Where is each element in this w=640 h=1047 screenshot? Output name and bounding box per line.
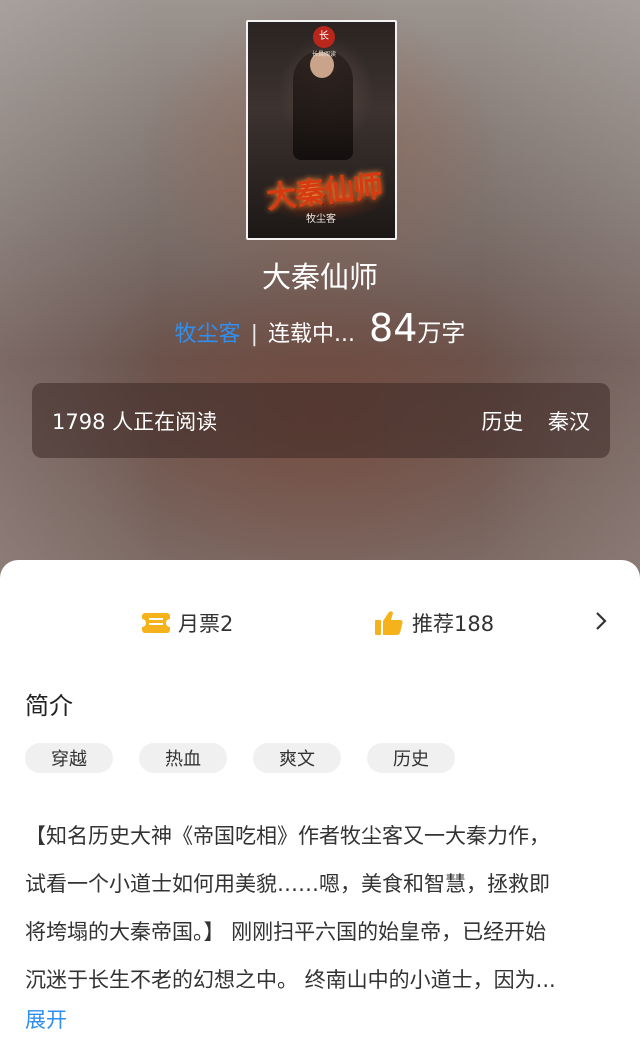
publisher-logo: 长	[313, 26, 335, 48]
intro-line: 试看一个小道士如何用美貌……嗯，美食和智慧，拯救即	[25, 872, 550, 896]
readers-count: 1798 人正在阅读	[52, 409, 218, 434]
intro-description: 【知名历史大神《帝国吃相》作者牧尘客又一大秦力作， 试看一个小道士如何用美貌………	[25, 812, 613, 1004]
author-link[interactable]: 牧尘客	[175, 316, 241, 348]
category-tags: 历史 秦汉	[463, 406, 590, 436]
publisher-name: 长昌阅读	[311, 51, 336, 58]
meta-divider: |	[250, 322, 259, 347]
cover-author-art: 牧尘客	[306, 214, 336, 225]
recommend-button[interactable]: 推荐188	[374, 608, 494, 638]
serial-status: 连载中...	[268, 322, 356, 347]
category-tag[interactable]: 历史	[481, 410, 523, 434]
book-meta: 牧尘客 | 连载中... 84 万字	[0, 306, 640, 350]
recommend-label: 推荐188	[412, 612, 495, 636]
ticket-icon	[138, 613, 174, 633]
monthly-ticket-label: 月票2	[178, 612, 234, 636]
genre-tag[interactable]: 爽文	[253, 743, 341, 773]
intro-tags: 穿越 热血 爽文 历史	[25, 743, 481, 773]
thumbs-up-icon	[374, 610, 404, 636]
genre-tag[interactable]: 穿越	[25, 743, 113, 773]
genre-tag[interactable]: 历史	[367, 743, 455, 773]
word-count-unit: 万字	[417, 319, 466, 347]
intro-heading: 简介	[25, 692, 73, 720]
category-tag[interactable]: 秦汉	[548, 410, 590, 434]
book-title: 大秦仙师	[261, 260, 378, 294]
book-header: 长 长昌阅读 大秦仙师 牧尘客 大秦仙师 牧尘客 | 连载中... 84 万字 …	[0, 0, 640, 600]
stats-row: 月票2 推荐188	[0, 608, 640, 648]
expand-link[interactable]: 展开	[25, 1004, 67, 1034]
intro-line: 沉迷于长生不老的幻想之中。 终南山中的小道士，因为...	[25, 968, 556, 992]
reader-info-bar: 1798 人正在阅读 历史 秦汉	[32, 383, 610, 458]
genre-tag[interactable]: 热血	[139, 743, 227, 773]
intro-line: 【知名历史大神《帝国吃相》作者牧尘客又一大秦力作，	[25, 824, 550, 848]
monthly-ticket-button[interactable]: 月票2	[138, 608, 234, 638]
chevron-right-icon[interactable]	[594, 610, 608, 638]
intro-line: 将垮塌的大秦帝国。】 刚刚扫平六国的始皇帝，已经开始	[25, 920, 547, 944]
detail-sheet: 月票2 推荐188 简介 穿越 热血 爽文 历史 【知名历史大神《帝国吃相》作者…	[0, 560, 640, 1047]
book-cover[interactable]: 长 长昌阅读 大秦仙师 牧尘客	[246, 20, 397, 240]
word-count: 84	[369, 306, 418, 350]
